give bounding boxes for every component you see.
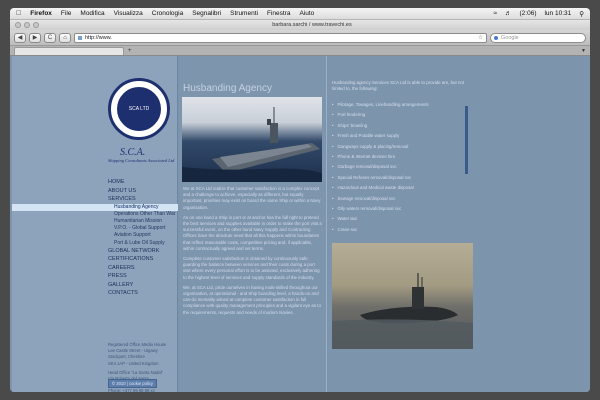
web-page: SCA LTD S.C.A. Shipping Consultants Asso… bbox=[10, 56, 590, 392]
service-item: Fresh and Potable water supply bbox=[332, 131, 470, 141]
service-item: Phone & Internet devices hire bbox=[332, 152, 470, 162]
nav-item-global-network[interactable]: GLOBAL NETWORK bbox=[12, 247, 178, 256]
nav-item-careers[interactable]: CAREERS bbox=[12, 264, 178, 273]
menu-modifica[interactable]: Modifica bbox=[80, 10, 104, 17]
nav-item-certifications[interactable]: CERTIFICATIONS bbox=[12, 255, 178, 264]
menu-file[interactable]: File bbox=[61, 10, 71, 17]
nav-item-humanitarian-mission[interactable]: Humanitarian Mission bbox=[12, 218, 178, 225]
wifi-icon[interactable]: ≈ bbox=[493, 10, 497, 17]
service-item: Gangways supply & placing/removal bbox=[332, 142, 470, 152]
paragraph: As on one hand a Ship in port or at anch… bbox=[183, 214, 322, 251]
window-controls bbox=[15, 22, 39, 28]
nav-item-home[interactable]: HOME bbox=[12, 178, 178, 187]
sidebar: SCA LTD S.C.A. Shipping Consultants Asso… bbox=[12, 56, 178, 392]
menu-visualizza[interactable]: Visualizza bbox=[114, 10, 143, 17]
aircraft-carrier-photo bbox=[182, 97, 322, 182]
copyright-badge[interactable]: © 2010 | cookie policy bbox=[108, 379, 157, 388]
logo-emblem: SCA LTD bbox=[117, 87, 161, 131]
app-menu[interactable]: Firefox bbox=[30, 10, 52, 17]
service-item: Port fendering bbox=[332, 110, 470, 120]
main-content: Husbanding Agency We at SCA Ltd realize … bbox=[180, 56, 326, 392]
site-icon bbox=[78, 35, 82, 40]
volume-icon[interactable]: ♬ bbox=[505, 10, 512, 17]
new-tab-button[interactable]: + bbox=[128, 48, 132, 54]
apple-menu-icon[interactable]:  bbox=[16, 10, 21, 17]
menu-segnalibri[interactable]: Segnalibri bbox=[192, 10, 221, 17]
forward-button[interactable]: ▶ bbox=[29, 32, 41, 43]
service-item: Sewage removal/disposal svc bbox=[332, 194, 470, 204]
logo-name: S.C.A. bbox=[120, 147, 146, 158]
home-button[interactable]: ⌂ bbox=[59, 32, 71, 43]
service-item: Pilotage, Towages, Linehandling arrangem… bbox=[332, 100, 470, 110]
service-item: Garbage removal/disposal svc bbox=[332, 162, 470, 172]
menu-aiuto[interactable]: Aiuto bbox=[299, 10, 314, 17]
nav-item-gallery[interactable]: GALLERY bbox=[12, 281, 178, 290]
page-margin-right bbox=[475, 56, 590, 392]
spotlight-icon[interactable]: ⚲ bbox=[579, 10, 584, 18]
menu-finestra[interactable]: Finestra bbox=[267, 10, 290, 17]
services-panel: Husbanding agency Services SCA Ltd is ab… bbox=[326, 56, 474, 392]
nav-item-about-us[interactable]: ABOUT US bbox=[12, 187, 178, 196]
services-intro: Husbanding agency Services SCA Ltd is ab… bbox=[332, 80, 465, 91]
service-item: Water taxi bbox=[332, 214, 470, 224]
submarine-photo bbox=[332, 243, 473, 349]
nav-item-contacts[interactable]: CONTACTS bbox=[12, 289, 178, 298]
minimize-window-button[interactable] bbox=[24, 22, 30, 28]
logo-text: SCA LTD bbox=[128, 106, 150, 112]
tab-current[interactable] bbox=[14, 46, 124, 55]
service-item: Hazardous and Medical waste disposal bbox=[332, 183, 470, 193]
window-titlebar: barbara.sarchi / www.travechi.es bbox=[10, 20, 590, 30]
search-placeholder: Google bbox=[501, 34, 519, 41]
nav-item-operations-other-than-war[interactable]: Operations Other Than War bbox=[12, 211, 178, 218]
close-window-button[interactable] bbox=[15, 22, 21, 28]
nav-item-aviation-support[interactable]: Aviation Support bbox=[12, 232, 178, 239]
back-button[interactable]: ◀ bbox=[14, 32, 26, 43]
search-input[interactable]: Google bbox=[490, 32, 586, 43]
browser-toolbar: ◀ ▶ C ⌂ http://www. ☆ Google bbox=[10, 30, 590, 46]
reload-button[interactable]: C bbox=[44, 32, 56, 43]
contact-line: Phone: +377 99 99 99 xx bbox=[108, 388, 155, 392]
menubar-status: ≈ ♬ (2:06) lun 10:31 ⚲ bbox=[493, 10, 584, 18]
service-item: Crane svc bbox=[332, 225, 470, 235]
clock[interactable]: lun 10:31 bbox=[544, 10, 571, 17]
company-logo[interactable]: SCA LTD bbox=[108, 78, 170, 140]
service-item: Special Refuses removal/disposal svc bbox=[332, 173, 470, 183]
tab-list-icon[interactable]: ▼ bbox=[581, 48, 586, 54]
tab-bar: + ▼ bbox=[10, 46, 590, 56]
menu-strumenti[interactable]: Strumenti bbox=[230, 10, 258, 17]
menu-cronologia[interactable]: Cronologia bbox=[152, 10, 183, 17]
paragraph: We, at SCA Ltd, pride ourselves in havin… bbox=[183, 284, 321, 315]
screen-frame:  Firefox File Modifica Visualizza Crono… bbox=[0, 0, 600, 400]
url-bar[interactable]: http://www. ☆ bbox=[74, 32, 487, 43]
services-scrollbar[interactable] bbox=[465, 106, 468, 174]
nav-item-press[interactable]: PRESS bbox=[12, 272, 178, 281]
nav-item-services[interactable]: SERVICES bbox=[12, 195, 178, 204]
browser-window:  Firefox File Modifica Visualizza Crono… bbox=[10, 8, 590, 392]
body-text: We at SCA Ltd realize that customer sati… bbox=[183, 186, 323, 320]
nav-item-v-p-o-global-support[interactable]: V.P.O. - Global Support bbox=[12, 225, 178, 232]
service-item: Ships' brow/ing bbox=[332, 121, 470, 131]
url-text[interactable]: http://www. bbox=[85, 35, 112, 41]
paragraph: Complete customer satisfaction is obtain… bbox=[183, 256, 320, 280]
window-title: barbara.sarchi / www.travechi.es bbox=[272, 22, 352, 28]
page-title: Husbanding Agency bbox=[183, 83, 272, 94]
services-list: Pilotage, Towages, Linehandling arrangem… bbox=[332, 100, 470, 235]
main-nav: HOME ABOUT US SERVICES Husbanding Agency Ope… bbox=[12, 178, 178, 298]
nav-item-husbanding-agency[interactable]: Husbanding Agency bbox=[12, 203, 178, 211]
battery-status[interactable]: (2:06) bbox=[520, 10, 537, 17]
logo-tagline: Shipping Consultants Associated Ltd bbox=[108, 158, 175, 163]
nav-item-port-lube-oil-supply[interactable]: Port & Lube Oil Supply bbox=[12, 240, 178, 247]
bookmark-star-icon[interactable]: ☆ bbox=[478, 35, 483, 41]
os-menubar:  Firefox File Modifica Visualizza Crono… bbox=[10, 8, 590, 20]
search-engine-icon[interactable] bbox=[494, 35, 498, 40]
service-item: Oily waters removal/disposal svc bbox=[332, 204, 470, 214]
paragraph: We at SCA Ltd realize that customer sati… bbox=[183, 186, 321, 210]
